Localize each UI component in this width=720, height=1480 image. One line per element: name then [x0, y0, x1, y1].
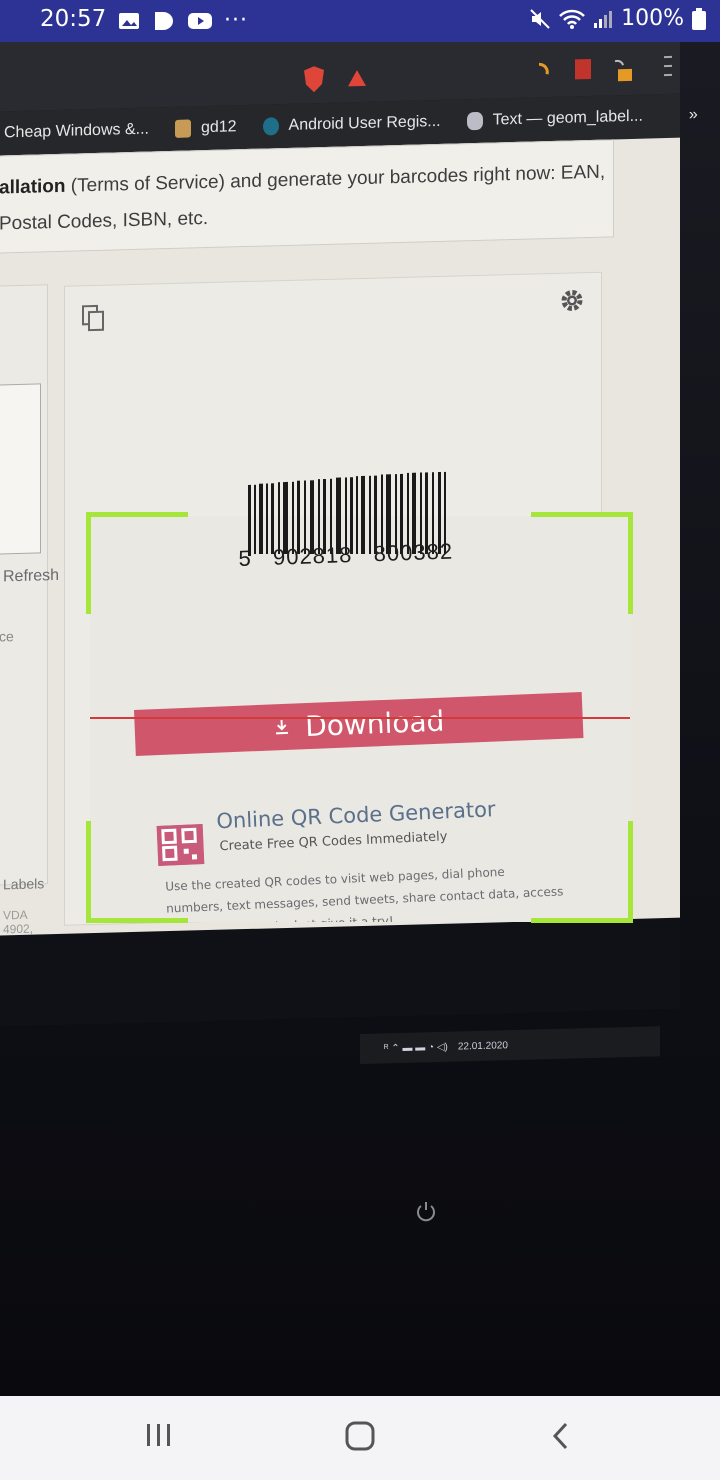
qr-generator-card: Online QR Code Generator Create Free QR …: [156, 794, 576, 922]
status-bar: 20:57 ··· 100%: [0, 0, 720, 42]
qr-subtitle: Create Free QR Codes Immediately: [219, 829, 448, 855]
power-button-icon: [417, 1202, 435, 1222]
bookmark-android-user: Android User Regis...: [262, 112, 441, 136]
brave-shield-icon: [304, 66, 324, 93]
left-panel: Refresh ce Labels VDA 4902,: [0, 284, 59, 936]
download-icon: [276, 720, 289, 735]
menu-icon: [664, 55, 672, 77]
tray-icons: ᴿ ⌃ ▬ ▬ ◔ ◁): [384, 1041, 448, 1054]
wifi-icon: [559, 9, 585, 29]
frame-corner-bottom-left-h: [86, 918, 188, 923]
system-icons: 100%: [529, 6, 706, 31]
extension-icon: [538, 62, 549, 75]
status-time: 20:57: [40, 6, 107, 32]
bookmark-geom-label: Text — geom_label...: [466, 107, 643, 131]
navigation-bar: [0, 1396, 720, 1480]
frame-corner-bottom-right-h: [531, 918, 633, 923]
bookmark-cheap-windows: Cheap Windows &...: [4, 121, 149, 143]
play-icon: [155, 11, 173, 30]
battery-percent: 100%: [621, 6, 684, 31]
qr-title: Online QR Code Generator: [215, 797, 497, 834]
r-icon: [466, 111, 483, 131]
intro-rest: (Terms of Service) and generate your bar…: [65, 161, 606, 197]
intro-bold: allation: [0, 175, 66, 199]
qr-description: Use the created QR codes to visit web pa…: [164, 864, 564, 922]
download-button: Download: [134, 692, 584, 756]
windows-taskbar: ᴿ ⌃ ▬ ▬ ◔ ◁) 22.01.2020: [360, 1026, 660, 1065]
preview-box: [0, 383, 41, 556]
side-label-labels: Labels: [3, 875, 45, 893]
folder-icon: [174, 119, 191, 138]
battery-icon: [692, 7, 706, 30]
youtube-icon: [188, 12, 212, 29]
copy-icon: [82, 304, 104, 332]
back-icon[interactable]: [548, 1420, 574, 1452]
scan-line: [90, 717, 630, 719]
bookmark-gd12: gd12: [174, 118, 237, 138]
gear-icon: [561, 289, 583, 312]
bookmark-red-icon: [575, 59, 591, 80]
refresh-link: Refresh: [3, 566, 60, 586]
frame-corner-top-right-v: [628, 512, 633, 614]
side-label-ce: ce: [0, 628, 14, 645]
more-dots-icon: ···: [224, 8, 248, 33]
frame-corner-top-left-h: [86, 512, 188, 517]
more-bookmarks-icon: »: [688, 106, 698, 124]
intro-text: allation (Terms of Service) and generate…: [0, 139, 614, 254]
bookmark-label: Android User Regis...: [288, 112, 441, 134]
signal-icon: [594, 10, 613, 28]
recents-icon[interactable]: [144, 1420, 174, 1450]
side-label-vdb: VDA 4902,: [3, 907, 34, 937]
notification-icons: ···: [118, 8, 248, 33]
mute-icon: [530, 8, 550, 29]
frame-corner-top-right-h: [531, 512, 633, 517]
site-icon: [262, 117, 279, 136]
qr-code-icon: [156, 823, 205, 866]
brave-rewards-icon: [348, 70, 366, 87]
frame-corner-bottom-right-v: [628, 821, 633, 923]
bookmark-label: Cheap Windows &...: [4, 120, 149, 142]
frame-corner-top-left-v: [86, 512, 91, 614]
frame-corner-bottom-left-v: [86, 821, 91, 923]
extension-orange-icon: [614, 59, 632, 82]
download-label: Download: [304, 704, 445, 743]
image-icon: [119, 12, 139, 29]
taskbar-date: 22.01.2020: [457, 1039, 508, 1052]
home-icon[interactable]: [344, 1420, 376, 1452]
bookmark-label: Text — geom_label...: [492, 107, 643, 129]
scan-viewfinder: 5 902818 800382 Download Online QR Code …: [90, 516, 630, 922]
bookmark-label: gd12: [200, 118, 237, 137]
